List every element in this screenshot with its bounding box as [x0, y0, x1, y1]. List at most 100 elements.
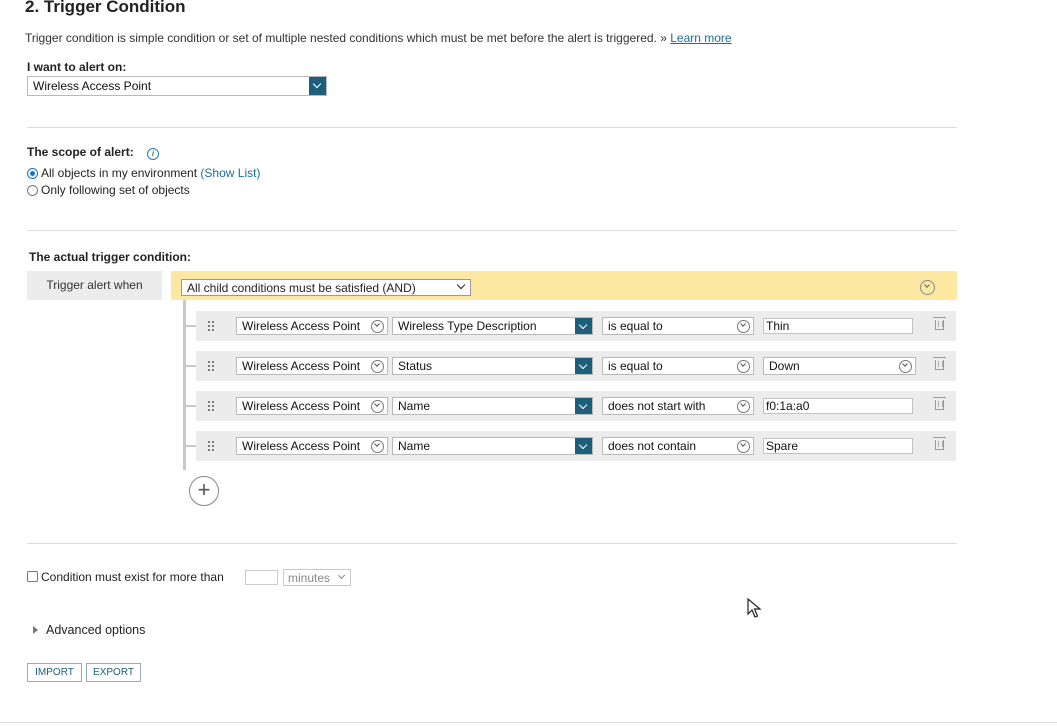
condition-value-text: Down: [769, 359, 800, 373]
condition-field-value: Name: [398, 399, 431, 413]
alert-on-label: I want to alert on:: [27, 60, 127, 74]
duration-unit-value: minutes: [288, 571, 331, 585]
chevron-down-icon: [575, 398, 592, 414]
scope-option-all[interactable]: All objects in my environment (Show List…: [27, 166, 260, 180]
condition-object-select[interactable]: Wireless Access Point: [236, 357, 388, 375]
chevron-down-icon: [575, 318, 592, 334]
condition-row: Wireless Access Point Status is equal to…: [196, 351, 956, 381]
section-title: 2. Trigger Condition: [25, 0, 186, 16]
duration-option[interactable]: Condition must exist for more than: [27, 570, 224, 584]
chevron-down-icon: [337, 571, 346, 580]
alert-on-value: Wireless Access Point: [33, 79, 152, 93]
duration-label: Condition must exist for more than: [41, 570, 224, 584]
description-text: Trigger condition is simple condition or…: [25, 31, 667, 45]
checkbox-icon[interactable]: [27, 571, 38, 582]
duration-unit-select[interactable]: minutes: [283, 569, 351, 586]
mouse-cursor-icon: [747, 598, 762, 618]
tree-branch: [186, 325, 196, 327]
trash-icon[interactable]: [933, 397, 946, 410]
show-list-link[interactable]: (Show List): [200, 166, 260, 180]
condition-field-select[interactable]: Wireless Type Description: [392, 317, 593, 335]
condition-field-value: Name: [398, 439, 431, 453]
collapse-icon[interactable]: [920, 280, 935, 295]
chevron-down-icon: [371, 400, 384, 413]
condition-row: Wireless Access Point Wireless Type Desc…: [196, 311, 956, 341]
divider: [27, 230, 957, 231]
logic-select[interactable]: All child conditions must be satisfied (…: [181, 279, 471, 296]
divider: [27, 543, 957, 544]
triangle-right-icon: [33, 626, 38, 634]
condition-object-select[interactable]: Wireless Access Point: [236, 437, 388, 455]
chevron-down-icon: [737, 360, 750, 373]
condition-object-select[interactable]: Wireless Access Point: [236, 397, 388, 415]
condition-operator-select[interactable]: does not contain: [602, 437, 754, 455]
learn-more-link[interactable]: Learn more: [670, 31, 731, 45]
condition-object-value: Wireless Access Point: [242, 399, 361, 413]
scope-option-all-label: All objects in my environment: [41, 166, 198, 180]
chevron-down-icon: [371, 360, 384, 373]
divider: [27, 127, 957, 128]
condition-row: Wireless Access Point Name does not cont…: [196, 431, 956, 461]
tree-branch: [186, 445, 196, 447]
drag-handle-icon[interactable]: [207, 440, 215, 452]
scope-label: The scope of alert: i: [27, 145, 160, 160]
condition-value-input[interactable]: Thin: [763, 318, 913, 334]
drag-handle-icon[interactable]: [207, 360, 215, 372]
condition-operator-value: does not start with: [608, 399, 706, 413]
drag-handle-icon[interactable]: [207, 400, 215, 412]
chevron-down-icon: [899, 360, 912, 373]
logic-select-value: All child conditions must be satisfied (…: [187, 281, 416, 295]
export-button[interactable]: EXPORT: [86, 663, 141, 682]
advanced-options-toggle[interactable]: Advanced options: [33, 623, 145, 637]
chevron-down-icon: [737, 320, 750, 333]
tree-branch: [186, 405, 196, 407]
condition-operator-value: is equal to: [608, 359, 663, 373]
trigger-when-label: Trigger alert when: [27, 271, 162, 300]
condition-value-select[interactable]: Down: [763, 357, 916, 375]
plus-icon[interactable]: +: [189, 476, 219, 506]
chevron-down-icon: [575, 358, 592, 374]
chevron-down-icon: [371, 320, 384, 333]
condition-field-select[interactable]: Name: [392, 397, 593, 415]
condition-operator-select[interactable]: is equal to: [602, 317, 754, 335]
advanced-options-label: Advanced options: [46, 623, 146, 637]
duration-input[interactable]: [245, 570, 278, 585]
chevron-down-icon: [737, 400, 750, 413]
condition-field-select[interactable]: Name: [392, 437, 593, 455]
info-icon[interactable]: i: [147, 148, 160, 160]
chevron-down-icon: [737, 440, 750, 453]
condition-field-value: Status: [398, 359, 433, 373]
condition-operator-value: is equal to: [608, 319, 663, 333]
condition-object-value: Wireless Access Point: [242, 319, 361, 333]
chevron-down-icon: [575, 438, 592, 454]
condition-field-value: Wireless Type Description: [398, 319, 537, 333]
radio-selected-icon[interactable]: [27, 168, 38, 179]
condition-value-input[interactable]: f0:1a:a0: [763, 398, 913, 414]
trash-icon[interactable]: [933, 437, 946, 450]
tree-branch: [186, 365, 196, 367]
condition-field-select[interactable]: Status: [392, 357, 593, 375]
condition-object-select[interactable]: Wireless Access Point: [236, 317, 388, 335]
condition-object-value: Wireless Access Point: [242, 439, 361, 453]
condition-row: Wireless Access Point Name does not star…: [196, 391, 956, 421]
trash-icon[interactable]: [933, 317, 946, 330]
condition-operator-select[interactable]: does not start with: [602, 397, 754, 415]
radio-unselected-icon[interactable]: [27, 185, 38, 196]
scope-option-following-label: Only following set of objects: [41, 183, 190, 197]
chevron-down-icon: [371, 440, 384, 453]
scope-label-text: The scope of alert:: [27, 145, 134, 159]
trash-icon[interactable]: [933, 357, 946, 370]
chevron-down-icon: [456, 280, 466, 290]
condition-value-input[interactable]: Spare: [763, 438, 913, 454]
chevron-down-icon: [309, 77, 326, 95]
alert-on-select[interactable]: Wireless Access Point: [27, 76, 327, 96]
condition-object-value: Wireless Access Point: [242, 359, 361, 373]
condition-operator-value: does not contain: [608, 439, 697, 453]
trigger-condition-label: The actual trigger condition:: [29, 250, 192, 264]
condition-operator-select[interactable]: is equal to: [602, 357, 754, 375]
import-button[interactable]: IMPORT: [27, 663, 82, 682]
divider: [0, 722, 1057, 723]
section-description: Trigger condition is simple condition or…: [25, 31, 732, 45]
drag-handle-icon[interactable]: [207, 320, 215, 332]
scope-option-following[interactable]: Only following set of objects: [27, 183, 190, 197]
